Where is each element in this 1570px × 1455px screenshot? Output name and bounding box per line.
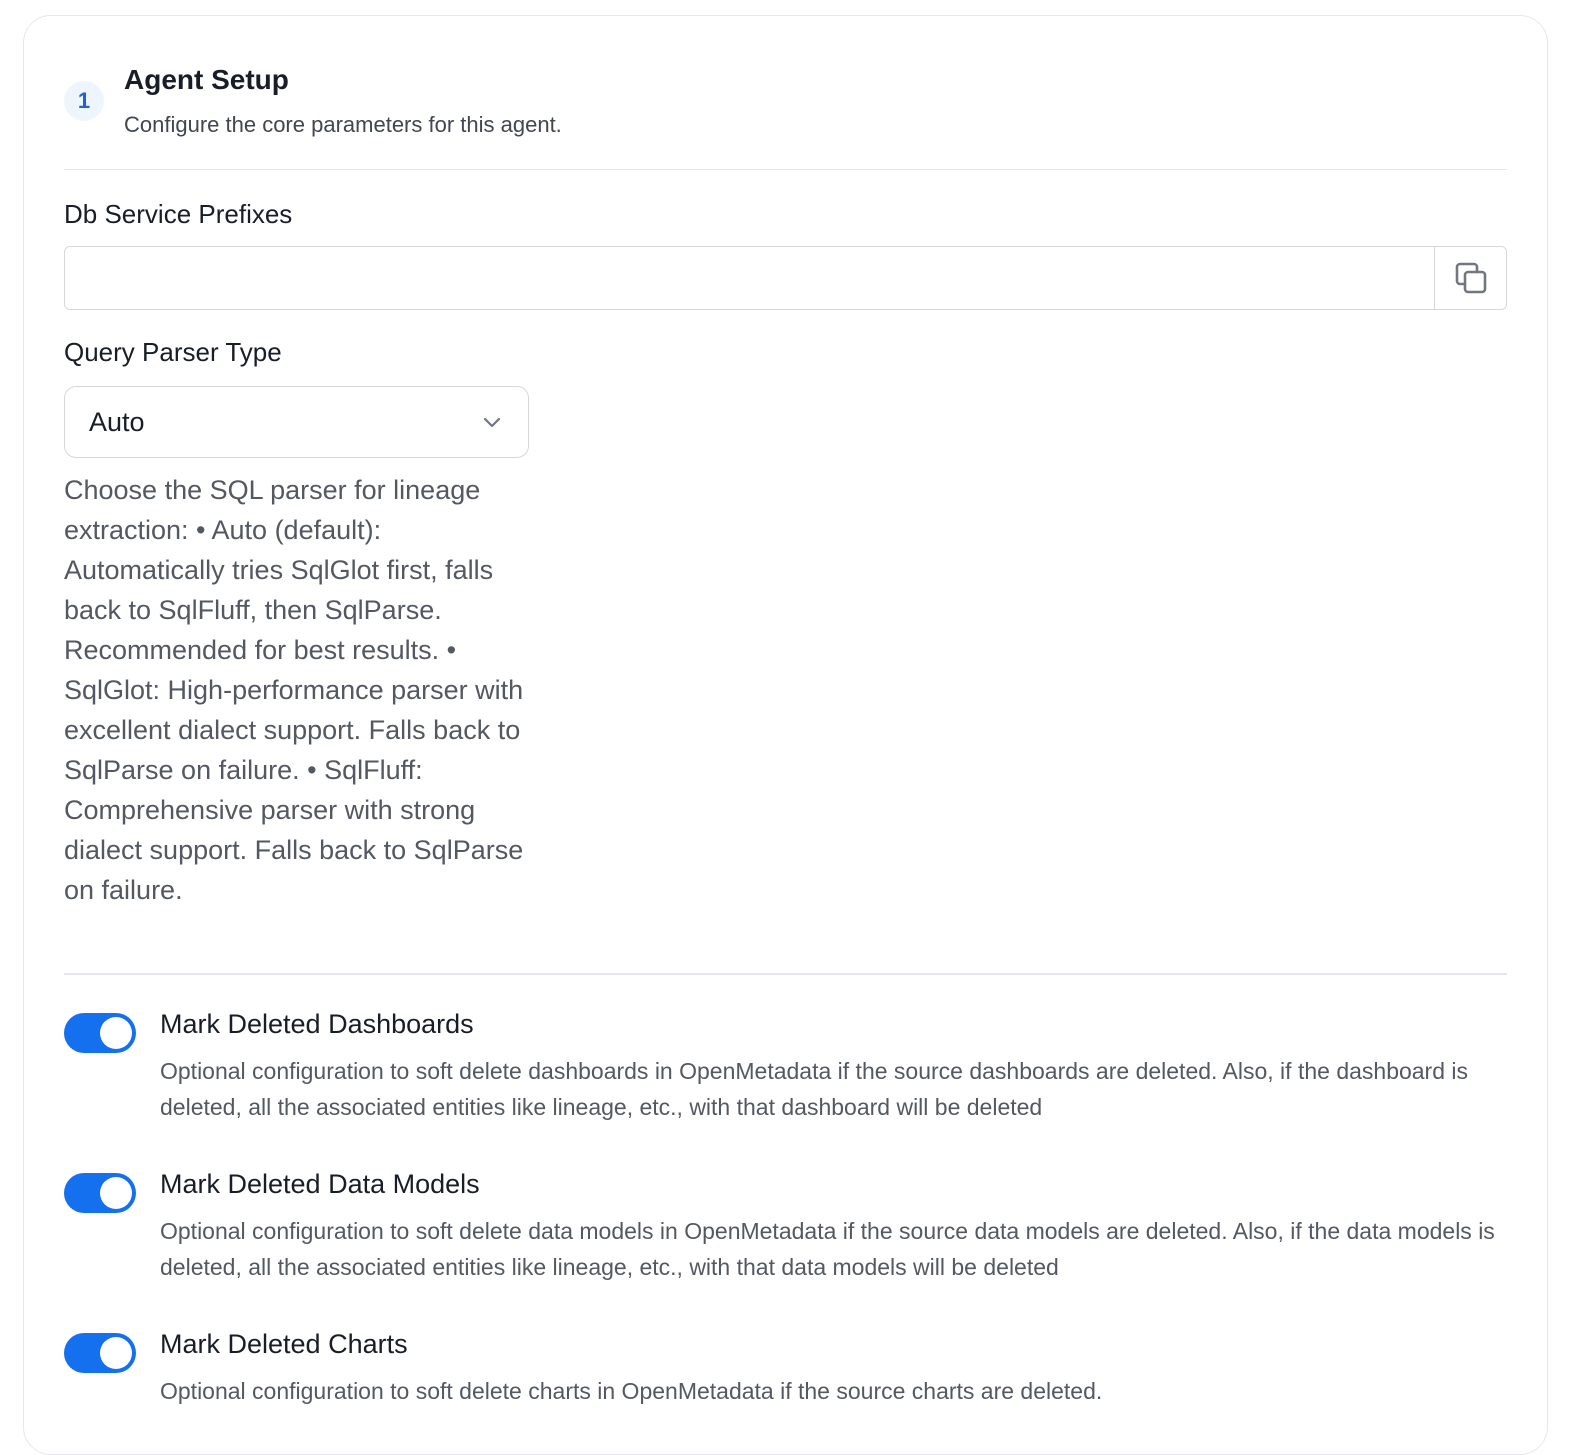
toggle-title: Mark Deleted Charts (160, 1329, 408, 1359)
toggle-description: Optional configuration to soft delete ch… (160, 1378, 1103, 1404)
toggle-title: Mark Deleted Data Models (160, 1169, 480, 1199)
copy-button[interactable] (1434, 247, 1506, 309)
step-badge: 1 (64, 81, 104, 121)
db-service-prefixes-field (64, 246, 1507, 310)
toggle-description: Optional configuration to soft delete da… (160, 1058, 1469, 1120)
db-service-prefixes-label: Db Service Prefixes (64, 199, 293, 229)
query-parser-type-select[interactable]: Auto (64, 386, 529, 458)
mark-deleted-data-models-toggle[interactable] (64, 1173, 136, 1213)
toggle-knob (100, 1337, 132, 1369)
section-divider (64, 973, 1507, 975)
toggle-description: Optional configuration to soft delete da… (160, 1218, 1495, 1280)
toggle-knob (100, 1017, 132, 1049)
toggle-knob (100, 1177, 132, 1209)
toggle-title: Mark Deleted Dashboards (160, 1009, 474, 1039)
mark-deleted-charts-toggle[interactable] (64, 1333, 136, 1373)
section-title: Agent Setup (124, 64, 289, 95)
query-parser-type-value: Auto (89, 406, 145, 437)
chevron-down-icon (483, 417, 501, 428)
db-service-prefixes-input[interactable] (65, 247, 1434, 309)
mark-deleted-dashboards-toggle[interactable] (64, 1013, 136, 1053)
copy-icon (1455, 262, 1486, 294)
section-header: 1 Agent Setup Configure the core paramet… (64, 60, 1507, 170)
query-parser-type-help: Choose the SQL parser for lineage extrac… (64, 475, 524, 905)
query-parser-type-label: Query Parser Type (64, 337, 282, 367)
agent-setup-card: 1 Agent Setup Configure the core paramet… (23, 15, 1548, 1455)
section-subtitle: Configure the core parameters for this a… (124, 112, 562, 137)
